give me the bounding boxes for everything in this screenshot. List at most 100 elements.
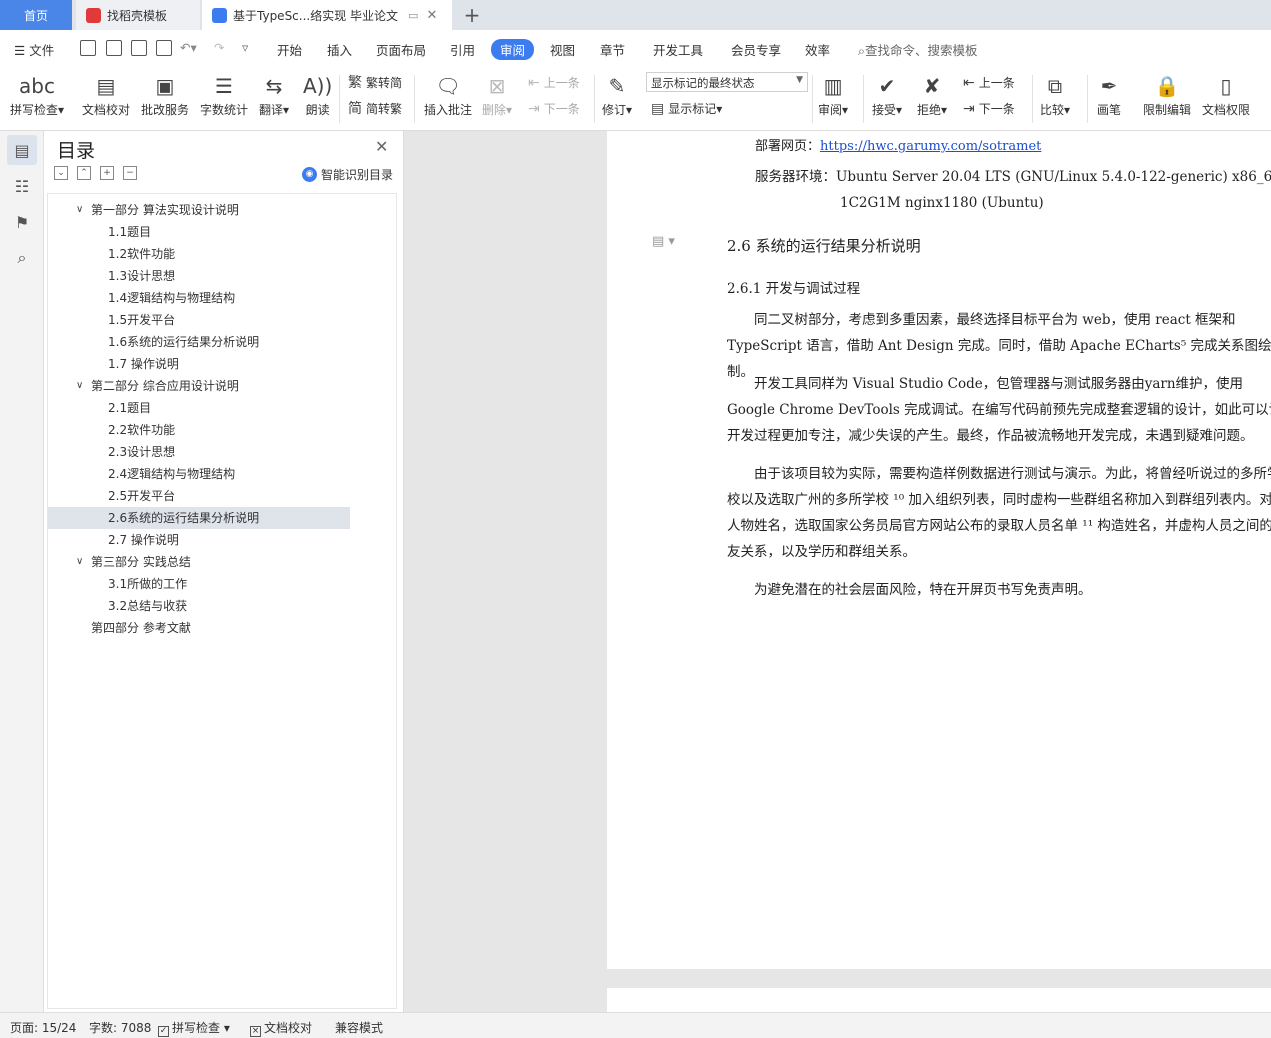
toc-item[interactable]: ∨ 第一部分 算法实现设计说明 (48, 199, 350, 221)
new-tab-button[interactable]: + (460, 3, 484, 27)
close-icon[interactable]: ✕ (426, 8, 437, 23)
revise-button[interactable]: ✎ 修订▾ (602, 71, 632, 118)
menu-member[interactable]: 会员专享 (731, 40, 781, 59)
menu-view[interactable]: 视图 (550, 40, 575, 59)
menu-layout[interactable]: 页面布局 (376, 40, 426, 59)
collapse-all-icon[interactable]: ⌄ (54, 166, 68, 180)
read-aloud-icon: A)) (303, 74, 333, 98)
toc-item[interactable]: 1.5开发平台 (48, 309, 350, 331)
outline-icon[interactable]: ☷ (7, 171, 37, 201)
trad-to-simp-button[interactable]: 繁繁转简 (348, 74, 402, 91)
paragraph-2: 开发工具同样为 Visual Studio Code，包管理器与测试服务器由ya… (727, 376, 1271, 444)
chevron-down-icon[interactable]: ∨ (76, 375, 83, 397)
tab-home[interactable]: 首页 (0, 0, 72, 30)
chevron-down-icon: ▼ (796, 75, 803, 85)
menu-chapter[interactable]: 章节 (600, 40, 625, 59)
smart-toc-label: 智能识别目录 (321, 168, 394, 182)
toc-item[interactable]: 1.1题目 (48, 221, 350, 243)
chevron-down-icon[interactable]: ∨ (76, 199, 83, 221)
menu-review[interactable]: 审阅 (491, 39, 535, 60)
toc-item[interactable]: ∨ 第三部分 实践总结 (48, 551, 350, 573)
command-search[interactable]: ⌕查找命令、搜索模板 (858, 40, 978, 59)
delete-comment-button[interactable]: ⊠ 删除▾ (482, 71, 512, 118)
deploy-link[interactable]: https://hwc.garumy.com/sotramet (820, 139, 1041, 154)
menu-efficiency[interactable]: 效率 (805, 40, 830, 59)
menu-start[interactable]: 开始 (277, 40, 302, 59)
next-change-button[interactable]: ⇥ 下一条 (963, 100, 1015, 117)
toc-panel-icon[interactable]: ▤ (7, 135, 37, 165)
expand-all-icon[interactable]: ⌃ (77, 166, 91, 180)
server-spec: 1C2G1M nginx1180 (Ubuntu) (840, 195, 1044, 211)
toc-item[interactable]: 1.4逻辑结构与物理结构 (48, 287, 350, 309)
toc-item[interactable]: 2.2软件功能 (48, 419, 350, 441)
close-icon[interactable]: ✕ (375, 137, 388, 156)
reject-button[interactable]: ✘ 拒绝▾ (917, 71, 947, 118)
print-icon[interactable] (131, 40, 147, 56)
export-icon[interactable] (106, 40, 122, 56)
remove-level-icon[interactable]: − (123, 166, 137, 180)
file-menu[interactable]: ☰ 文件 (14, 40, 54, 59)
lock-doc-icon: 🔒 (1154, 74, 1180, 98)
tab-template[interactable]: 找稻壳模板 (76, 0, 200, 30)
pen-label: 画笔 (1097, 103, 1122, 117)
undo-icon[interactable]: ↶▾ (180, 40, 197, 55)
insert-comment-button[interactable]: 🗨 插入批注 (424, 71, 472, 118)
toc-item[interactable]: 2.1题目 (48, 397, 350, 419)
review-pane-button[interactable]: ▥ 审阅▾ (818, 71, 848, 118)
read-aloud-button[interactable]: A)) 朗读 (303, 71, 332, 118)
permission-icon: ▯ (1220, 74, 1232, 98)
simp-to-trad-button[interactable]: 简简转繁 (348, 100, 402, 117)
show-markup-button[interactable]: ▤ 显示标记 ▾ (651, 100, 722, 117)
toc-item[interactable]: 2.7 操作说明 (48, 529, 350, 551)
word-count-indicator[interactable]: 字数: 7088 (89, 1019, 151, 1036)
markup-state-select[interactable]: 显示标记的最终状态 ▼ (646, 72, 808, 92)
spell-check-button[interactable]: abc 拼写检查▾ (10, 71, 64, 118)
toc-item[interactable]: 3.2总结与收获 (48, 595, 350, 617)
reject-icon: ✘ (923, 74, 941, 98)
restrict-edit-button[interactable]: 🔒 限制编辑 (1143, 71, 1191, 118)
prev-change-icon: ⇤ (963, 74, 975, 91)
toc-item[interactable]: 2.4逻辑结构与物理结构 (48, 463, 350, 485)
toc-item[interactable]: 1.6系统的运行结果分析说明 (48, 331, 350, 353)
prev-comment-button[interactable]: ⇤ 上一条 (528, 74, 580, 91)
menu-reference[interactable]: 引用 (450, 40, 475, 59)
toc-item[interactable]: 1.7 操作说明 (48, 353, 350, 375)
doc-check-button[interactable]: ▤ 文档校对 (82, 71, 130, 118)
paragraph-tool-icon[interactable]: ▤ ▾ (652, 234, 675, 249)
chevron-down-icon[interactable]: ∨ (76, 551, 83, 573)
toc-item-label: 2.4逻辑结构与物理结构 (108, 467, 236, 481)
compare-button[interactable]: ⧉ 比较▾ (1040, 71, 1070, 118)
toc-item[interactable]: ∨ 第二部分 综合应用设计说明 (48, 375, 350, 397)
toc-item[interactable]: 1.3设计思想 (48, 265, 350, 287)
smart-toc-button[interactable]: ◉ 智能识别目录 (302, 166, 393, 183)
preview-icon[interactable] (156, 40, 172, 56)
more-icon[interactable]: ▿ (242, 40, 248, 55)
screen-icon[interactable]: ▭ (408, 9, 418, 22)
find-icon[interactable]: ⌕ (7, 243, 37, 273)
toc-item[interactable]: 1.2软件功能 (48, 243, 350, 265)
bookmark-icon[interactable]: ⚑ (7, 207, 37, 237)
toc-item[interactable]: 2.6系统的运行结果分析说明 (48, 507, 350, 529)
toc-item[interactable]: 2.3设计思想 (48, 441, 350, 463)
menu-insert[interactable]: 插入 (327, 40, 352, 59)
page-indicator[interactable]: 页面: 15/24 (10, 1019, 76, 1036)
toc-item[interactable]: 2.5开发平台 (48, 485, 350, 507)
prev-change-button[interactable]: ⇤ 上一条 (963, 74, 1015, 91)
pen-button[interactable]: ✒ 画笔 (1097, 71, 1121, 118)
toc-item[interactable]: 3.1所做的工作 (48, 573, 350, 595)
save-icon[interactable] (80, 40, 96, 56)
status-doc-check[interactable]: × 文档校对 (250, 1019, 312, 1037)
next-comment-button[interactable]: ⇥ 下一条 (528, 100, 580, 117)
review-service-button[interactable]: ▣ 批改服务 (141, 71, 189, 118)
add-level-icon[interactable]: + (100, 166, 114, 180)
status-spell-check[interactable]: ✓ 拼写检查 ▾ (158, 1019, 230, 1037)
comment-icon: 🗨 (435, 74, 461, 98)
tab-document[interactable]: 基于TypeSc...络实现 毕业论文 ▭ ✕ (202, 0, 452, 30)
redo-icon[interactable]: ↷ (214, 40, 224, 55)
accept-button[interactable]: ✔ 接受▾ (872, 71, 902, 118)
menu-devtools[interactable]: 开发工具 (653, 40, 703, 59)
doc-permission-button[interactable]: ▯ 文档权限 (1202, 71, 1250, 118)
word-count-button[interactable]: ☰ 字数统计 (200, 71, 248, 118)
toc-item[interactable]: 第四部分 参考文献 (48, 617, 350, 639)
translate-button[interactable]: ⇆ 翻译▾ (259, 71, 289, 118)
